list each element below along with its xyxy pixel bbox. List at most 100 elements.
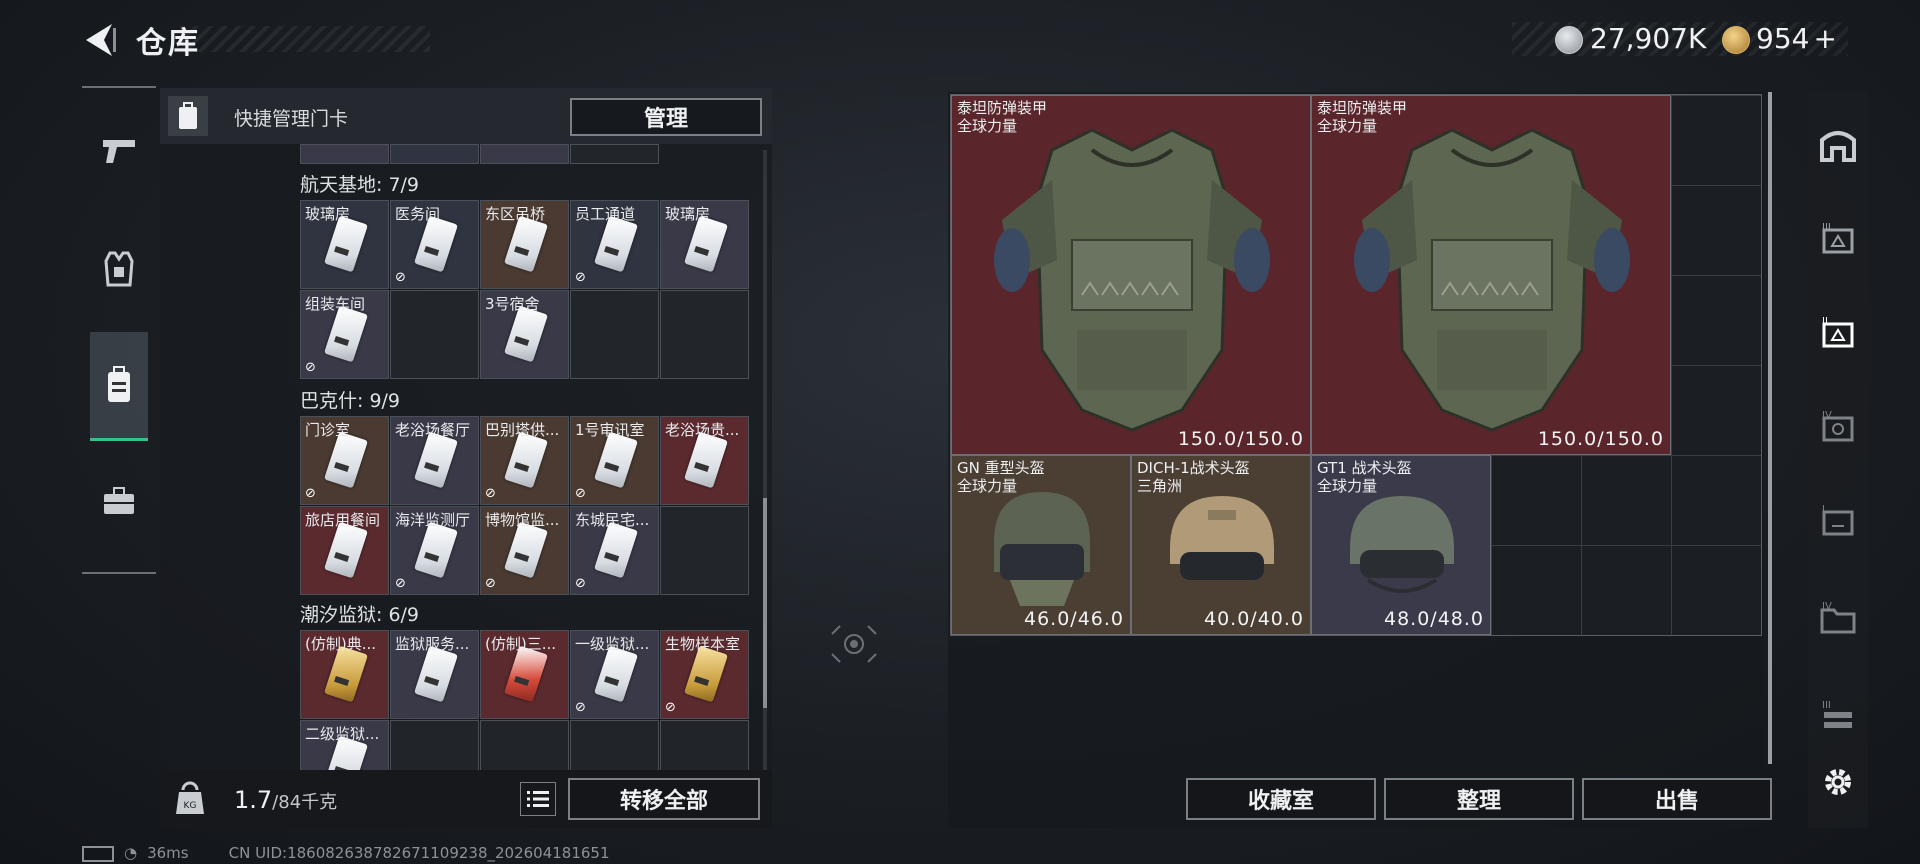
settings-button[interactable] (1812, 756, 1864, 808)
nav-page-1[interactable]: I (1812, 494, 1864, 546)
empty-keycard-slot[interactable] (480, 720, 569, 770)
empty-keycard-slot[interactable] (390, 720, 479, 770)
section-label-aerospace: 航天基地: 7/9 (300, 174, 420, 196)
keycard-slot[interactable]: 旅店用餐间 (300, 506, 389, 595)
keycard-icon (594, 215, 638, 273)
armor-vest-icon (1354, 128, 1630, 432)
page-title: 仓库 (136, 26, 200, 61)
transfer-all-button[interactable]: 转移全部 (568, 778, 760, 820)
back-button[interactable] (82, 20, 118, 60)
gear-icon (1825, 769, 1851, 795)
keycard-slot[interactable]: 玻璃房 (300, 200, 389, 289)
keycard-slot[interactable]: 老浴场贵... (660, 416, 749, 505)
nav-stash-home[interactable] (1812, 118, 1864, 170)
keycard-slot[interactable]: 东城民宅... ⊘ (570, 506, 659, 595)
weight-display: 1.7/84千克 (234, 786, 337, 814)
keycard-name: 旅店用餐间 (305, 511, 381, 529)
keycard-slot[interactable]: 生物样本室 ⊘ (660, 630, 749, 719)
empty-keycard-slot[interactable] (660, 290, 749, 379)
uid-value: CN UID:186082638782671109238_20260418165… (228, 844, 610, 862)
keycard-icon (414, 645, 458, 703)
tab-weapons[interactable] (90, 98, 148, 204)
keycard-slot[interactable]: 组装车间 ⊘ (300, 290, 389, 379)
svg-text:IV: IV (1822, 410, 1832, 421)
tab-misc[interactable] (90, 448, 148, 554)
silver-coin-icon (1555, 26, 1583, 54)
unusable-icon: ⊘ (485, 486, 496, 501)
gold-amount[interactable]: 954 + (1756, 22, 1837, 55)
keycard-slot[interactable]: 一级监狱... ⊘ (570, 630, 659, 719)
keycard-name: 3号宿舍 (485, 295, 540, 313)
stash-item-helmet[interactable]: GT1 战术头盔 全球力量 48.0/48.0 (1311, 455, 1491, 635)
partial-cell (480, 144, 569, 164)
armor-vest-icon (994, 128, 1270, 432)
keycard-slot[interactable]: 博物馆监... ⊘ (480, 506, 569, 595)
keycard-slot[interactable]: 二级监狱... (300, 720, 389, 770)
nav-page-4b[interactable]: IV (1812, 592, 1864, 644)
keycard-slot[interactable]: (仿制)典... (300, 630, 389, 719)
keycard-scrollbar-thumb[interactable] (763, 498, 767, 708)
nav-page-3b[interactable]: III (1812, 690, 1864, 742)
collection-room-button[interactable]: 收藏室 (1186, 778, 1376, 820)
tactical-helmet-icon (1170, 496, 1274, 580)
stash-item-helmet[interactable]: GN 重型头盔 全球力量 46.0/46.0 (951, 455, 1131, 635)
nav-page-3[interactable]: III (1812, 212, 1864, 264)
stash-item-helmet[interactable]: DICH-1战术头盔 三角洲 40.0/40.0 (1131, 455, 1311, 635)
keycard-slot[interactable]: 海洋监测厅 ⊘ (390, 506, 479, 595)
keycard-icon (594, 645, 638, 703)
nav-page-4[interactable]: IV (1812, 400, 1864, 452)
item-durability: 40.0/40.0 (1203, 608, 1304, 630)
empty-keycard-slot[interactable] (660, 720, 749, 770)
partial-cell (570, 144, 659, 164)
svg-text:IV: IV (1822, 601, 1832, 612)
unusable-icon: ⊘ (395, 270, 406, 285)
keycard-icon (504, 521, 548, 579)
keycard-slot[interactable]: 1号审讯室 ⊘ (570, 416, 659, 505)
item-durability: 150.0/150.0 (1177, 428, 1304, 450)
keycard-slot[interactable]: 医务间 ⊘ (390, 200, 479, 289)
keycard-name: 海洋监测厅 (395, 511, 471, 529)
keycard-slot[interactable]: 3号宿舍 (480, 290, 569, 379)
keycard-slot[interactable]: 员工通道 ⊘ (570, 200, 659, 289)
list-icon (527, 791, 549, 807)
keycard-name: 门诊室 (305, 421, 351, 439)
section-label-tide-prison: 潮汐监狱: 6/9 (300, 604, 420, 626)
tab-keycards[interactable] (90, 332, 148, 441)
keycard-slot[interactable]: 监狱服务... (390, 630, 479, 719)
stash-item-armor[interactable]: 泰坦防弹装甲 全球力量 150.0/150.0 (951, 95, 1311, 455)
keycard-slot[interactable]: 门诊室 ⊘ (300, 416, 389, 505)
svg-text:III: III (1822, 222, 1831, 233)
keycard-slot[interactable] (390, 290, 479, 379)
svg-text:I: I (1822, 504, 1825, 515)
stash-scrollbar[interactable] (1768, 92, 1772, 764)
organize-button[interactable]: 整理 (1384, 778, 1574, 820)
keycard-holder-small-icon (168, 96, 208, 136)
keycard-slot[interactable]: 老浴场餐厅 (390, 416, 479, 505)
tab-equipment[interactable] (90, 216, 148, 322)
list-view-button[interactable] (520, 782, 556, 816)
empty-keycard-slot[interactable] (570, 290, 659, 379)
keycard-grid-tide-prison: (仿制)典... 监狱服务... (仿制)三... 一级监狱... ⊘ 生物样本室 ⊘ 二级监… (300, 630, 752, 770)
item-durability: 150.0/150.0 (1537, 428, 1664, 450)
nav-page-active[interactable]: II (1812, 306, 1864, 358)
keycard-icon (324, 215, 368, 273)
keycard-slot[interactable]: 东区吊桥 (480, 200, 569, 289)
keycard-icon (324, 645, 368, 703)
keycard-icon (504, 431, 548, 489)
stash-item-armor[interactable]: 泰坦防弹装甲 全球力量 150.0/150.0 (1311, 95, 1671, 455)
manage-button[interactable]: 管理 (570, 98, 762, 136)
gold-add-icon[interactable]: + (1813, 22, 1836, 55)
wifi-icon: ◔ (124, 844, 138, 862)
keycard-name: 生物样本室 (665, 635, 741, 653)
item-name: GN 重型头盔 全球力量 (957, 459, 1045, 495)
empty-keycard-slot[interactable] (660, 506, 749, 595)
keycard-slot[interactable]: 巴别塔供... ⊘ (480, 416, 569, 505)
keycard-slot[interactable]: (仿制)三... (480, 630, 569, 719)
gold-amount-value: 954 (1756, 22, 1810, 55)
empty-keycard-slot[interactable] (570, 720, 659, 770)
sell-button[interactable]: 出售 (1582, 778, 1772, 820)
silver-amount: 27,907K (1590, 22, 1707, 55)
keycard-name: 1号审讯室 (575, 421, 645, 439)
keycard-slot[interactable]: 玻璃房 (660, 200, 749, 289)
stash-folder-icon: IV (1820, 601, 1856, 634)
